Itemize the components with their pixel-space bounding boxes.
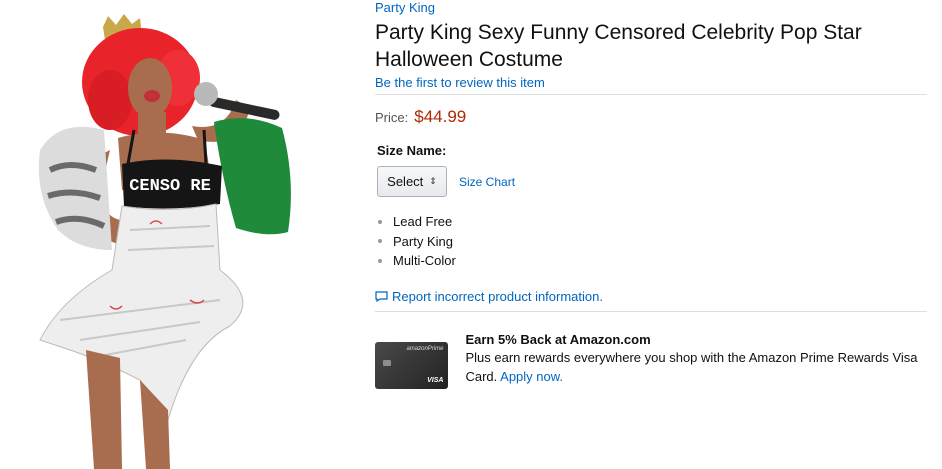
card-chip-icon bbox=[383, 359, 391, 366]
visa-logo: VISA bbox=[427, 376, 444, 384]
bullet-icon bbox=[378, 239, 382, 244]
size-label: Size Name: bbox=[377, 143, 447, 158]
size-row: Select ⇕ Size Chart bbox=[377, 166, 927, 197]
bullet-icon bbox=[378, 258, 382, 263]
microphone-shape bbox=[194, 82, 218, 106]
white-fur-scarf-shape bbox=[38, 126, 112, 250]
card-brand-logo: amazonPrime bbox=[406, 345, 444, 352]
divider bbox=[375, 94, 927, 95]
green-fur-scarf-shape bbox=[214, 118, 291, 235]
promo-title: Earn 5% Back at Amazon.com bbox=[465, 331, 651, 347]
product-details: Party King Party King Sexy Funny Censore… bbox=[375, 0, 927, 389]
size-select-label: Select bbox=[387, 174, 424, 189]
price-value: $44.99 bbox=[414, 107, 467, 126]
product-image[interactable]: CENSO RE bbox=[0, 0, 360, 469]
list-item: Party King bbox=[378, 232, 927, 252]
divider bbox=[375, 310, 927, 312]
apply-now-link[interactable]: Apply now. bbox=[500, 369, 563, 384]
promo-body: Plus earn rewards everywhere you shop wi… bbox=[465, 348, 927, 386]
price-row: Price: $44.99 bbox=[375, 107, 927, 127]
brand-link[interactable]: Party King bbox=[375, 0, 927, 16]
credit-card-promo: amazonPrime VISA Earn 5% Back at Amazon.… bbox=[375, 331, 927, 389]
feature-text: Multi-Color bbox=[393, 253, 456, 268]
report-link-label: Report incorrect product information. bbox=[392, 288, 603, 304]
review-link[interactable]: Be the first to review this item bbox=[375, 74, 927, 91]
credit-card-image[interactable]: amazonPrime VISA bbox=[375, 341, 449, 389]
size-select[interactable]: Select ⇕ bbox=[377, 166, 447, 197]
report-link[interactable]: Report incorrect product information. bbox=[375, 289, 927, 304]
price-label: Price: bbox=[375, 110, 409, 125]
product-title: Party King Sexy Funny Censored Celebrity… bbox=[375, 21, 862, 71]
bullet-icon bbox=[378, 219, 382, 224]
size-chart-link[interactable]: Size Chart bbox=[459, 175, 515, 189]
list-item: Multi-Color bbox=[378, 251, 927, 271]
speech-bubble-icon bbox=[375, 290, 388, 302]
top-print-text: CENSO RE bbox=[129, 177, 211, 196]
product-photo: CENSO RE bbox=[38, 14, 291, 469]
feature-text: Party King bbox=[393, 233, 453, 249]
feature-text: Lead Free bbox=[393, 214, 453, 229]
promo-text: Earn 5% Back at Amazon.com Plus earn rew… bbox=[465, 331, 927, 389]
list-item: Lead Free bbox=[378, 212, 927, 232]
select-arrows-icon: ⇕ bbox=[429, 176, 437, 186]
feature-list: Lead Free Party King Multi-Color bbox=[378, 212, 927, 271]
